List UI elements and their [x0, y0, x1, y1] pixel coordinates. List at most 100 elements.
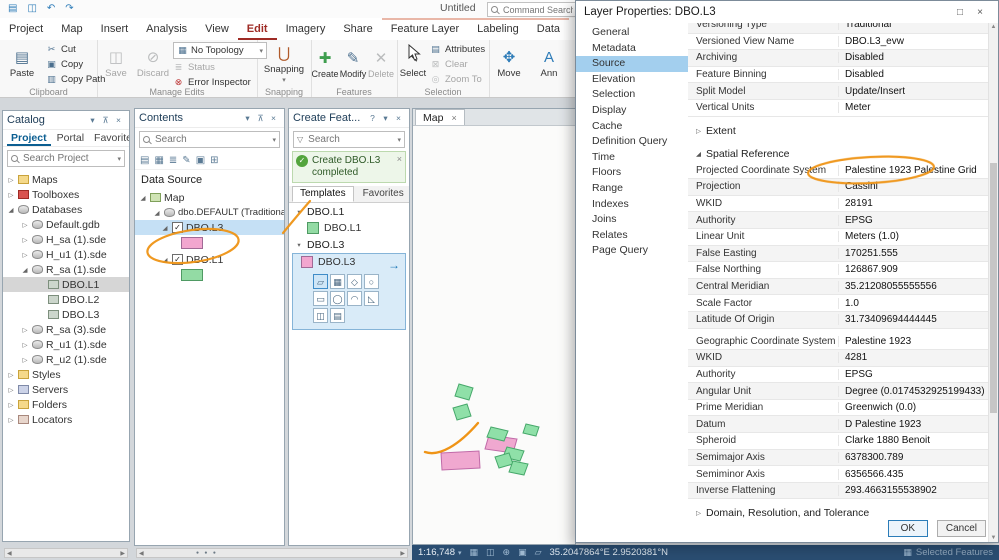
statusbar-tool-icon[interactable]: ⊕: [503, 547, 511, 558]
template-tab[interactable]: Templates: [292, 186, 354, 202]
expander-icon[interactable]: ▷: [7, 176, 15, 184]
template-item-dbo-l1[interactable]: DBO.L1: [289, 220, 409, 236]
catalog-tree-item[interactable]: ▷ Locators: [3, 412, 129, 427]
ribbon-tab[interactable]: Project: [0, 18, 52, 40]
map-scale-control[interactable]: 1:16,748 ▾: [418, 547, 462, 558]
delete-button[interactable]: ✕ Delete: [367, 42, 395, 86]
property-row[interactable]: Geographic Coordinate System Palestine 1…: [688, 334, 988, 351]
catalog-search[interactable]: ▾: [7, 150, 125, 167]
snapping-button[interactable]: ⋃ Snapping ▾: [262, 42, 306, 86]
construction-tool-icon[interactable]: ◺: [364, 291, 379, 306]
modify-button[interactable]: ✎ Modify: [339, 42, 367, 86]
catalog-tree-item[interactable]: DBO.L3: [3, 307, 129, 322]
construction-tool-icon[interactable]: ▭: [313, 291, 328, 306]
dialog-nav-item[interactable]: Source: [576, 56, 688, 72]
catalog-tree-item[interactable]: ▷ R_sa (3).sde: [3, 322, 129, 337]
expander-icon[interactable]: ◢: [7, 206, 15, 214]
construction-tool-icon[interactable]: ◇: [347, 274, 362, 289]
close-icon[interactable]: ×: [397, 154, 402, 164]
annotation-button[interactable]: A Ann: [531, 42, 567, 86]
catalog-search-input[interactable]: [21, 152, 115, 165]
construction-tool-icon[interactable]: ○: [364, 274, 379, 289]
map-feature-pink[interactable]: [440, 450, 481, 471]
catalog-tree-item[interactable]: ▷ R_u1 (1).sde: [3, 337, 129, 352]
expander-icon[interactable]: ▷: [7, 401, 15, 409]
property-row[interactable]: Semiminor Axis 6356566.435: [688, 466, 988, 483]
contents-toolbar-icon[interactable]: ≣: [169, 155, 177, 166]
property-row[interactable]: Versioning Type Traditional: [688, 23, 988, 34]
expander-icon[interactable]: ▷: [696, 509, 701, 517]
expander-icon[interactable]: ▾: [295, 208, 303, 216]
property-row[interactable]: Authority EPSG: [688, 212, 988, 229]
scroll-left-icon[interactable]: ◀: [7, 550, 12, 557]
section-extent[interactable]: ▷ Extent: [688, 122, 988, 140]
property-row[interactable]: Inverse Flattening 293.4663155538902: [688, 482, 988, 500]
property-row[interactable]: WKID 28191: [688, 196, 988, 213]
ribbon-tab[interactable]: Labeling: [468, 18, 528, 40]
statusbar-tool-icon[interactable]: ▱: [535, 547, 542, 558]
catalog-tree-item[interactable]: ▷ Toolboxes: [3, 187, 129, 202]
discard-edits-button[interactable]: ⊘ Discard: [133, 42, 173, 86]
catalog-tree-item[interactable]: ▷ H_sa (1).sde: [3, 232, 129, 247]
statusbar-tool-icon[interactable]: ▣: [518, 547, 527, 558]
dialog-scrollbar[interactable]: ▲ ▼: [988, 23, 998, 542]
qat-icon[interactable]: ◫: [27, 0, 36, 18]
pane-menu-icon[interactable]: ▾: [379, 113, 392, 124]
dialog-nav-item[interactable]: General: [576, 25, 688, 41]
property-row[interactable]: Linear Unit Meters (1.0): [688, 229, 988, 246]
property-row[interactable]: Projected Coordinate System Palestine 19…: [688, 163, 988, 180]
contents-search-input[interactable]: [153, 133, 270, 146]
property-row[interactable]: Feature Binning Disabled: [688, 67, 988, 84]
contents-toolbar-icon[interactable]: ▣: [196, 155, 205, 166]
dialog-nav-item[interactable]: Joins: [576, 212, 688, 228]
command-search[interactable]: [487, 2, 583, 17]
close-icon[interactable]: ×: [451, 113, 456, 123]
workspace-item[interactable]: ◢ dbo.DEFAULT (Traditional) - s: [135, 205, 285, 220]
property-row[interactable]: Split Model Update/Insert: [688, 83, 988, 100]
statusbar-tool-icon[interactable]: ▦: [470, 547, 479, 558]
map-view[interactable]: Map ×: [412, 108, 576, 545]
property-row[interactable]: Semimajor Axis 6378300.789: [688, 449, 988, 467]
scrollbar-thumb[interactable]: [990, 163, 997, 413]
ribbon-tab[interactable]: Map: [52, 18, 91, 40]
active-template-arrow-icon[interactable]: →: [388, 258, 400, 272]
ribbon-tab[interactable]: Insert: [92, 18, 138, 40]
property-row[interactable]: Versioned View Name DBO.L3_evw: [688, 34, 988, 51]
expander-icon[interactable]: ▷: [21, 251, 29, 259]
expander-icon[interactable]: ◢: [161, 224, 169, 232]
pane-menu-icon[interactable]: ▾: [86, 115, 99, 126]
layer-symbol-swatch-green[interactable]: [181, 269, 203, 281]
expander-icon[interactable]: ▷: [7, 371, 15, 379]
map-canvas[interactable]: [413, 126, 575, 545]
construction-tool-icon[interactable]: ▱: [313, 274, 328, 289]
move-button[interactable]: ✥ Move: [491, 42, 527, 86]
layer-item-dbo-l1[interactable]: ◢ ✓ DBO.L1: [135, 252, 284, 267]
template-group-dbo-l3[interactable]: ▾ DBO.L3: [289, 236, 409, 253]
pin-icon[interactable]: ⊼: [99, 115, 112, 126]
dialog-nav-item[interactable]: Definition Query: [576, 134, 688, 150]
pin-icon[interactable]: ⊼: [254, 113, 267, 124]
catalog-tree-item[interactable]: ◢ Databases: [3, 202, 129, 217]
catalog-tree-item[interactable]: ▷ R_u2 (1).sde: [3, 352, 129, 367]
contents-toolbar-icon[interactable]: ▤: [140, 155, 149, 166]
template-tab[interactable]: Favorites: [355, 186, 409, 202]
contents-toolbar-icon[interactable]: ✎: [182, 155, 190, 166]
close-icon[interactable]: ×: [112, 115, 125, 125]
ribbon-tab[interactable]: Imagery: [277, 18, 335, 40]
catalog-horizontal-scrollbar[interactable]: ◀ ▶: [4, 548, 128, 558]
pane-menu-icon[interactable]: ▾: [241, 113, 254, 124]
command-search-input[interactable]: [501, 3, 575, 16]
expander-icon[interactable]: ◢: [153, 209, 161, 217]
expander-icon[interactable]: ▷: [696, 127, 701, 135]
catalog-tab[interactable]: Favorites: [90, 130, 129, 146]
construction-tool-icon[interactable]: ◯: [330, 291, 345, 306]
dialog-nav-item[interactable]: Floors: [576, 165, 688, 181]
zoom-to-button[interactable]: ◎ Zoom To: [430, 72, 485, 86]
paste-button[interactable]: ▤ Paste: [2, 42, 42, 86]
expander-icon[interactable]: ◢: [21, 266, 29, 274]
map-item[interactable]: ◢ Map: [135, 190, 284, 205]
layer-item-dbo-l3[interactable]: ◢ ✓ DBO.L3: [135, 220, 284, 235]
construction-tool-icon[interactable]: ▤: [330, 308, 345, 323]
catalog-tree-item[interactable]: DBO.L1: [3, 277, 129, 292]
catalog-tree-item[interactable]: DBO.L2: [3, 292, 129, 307]
